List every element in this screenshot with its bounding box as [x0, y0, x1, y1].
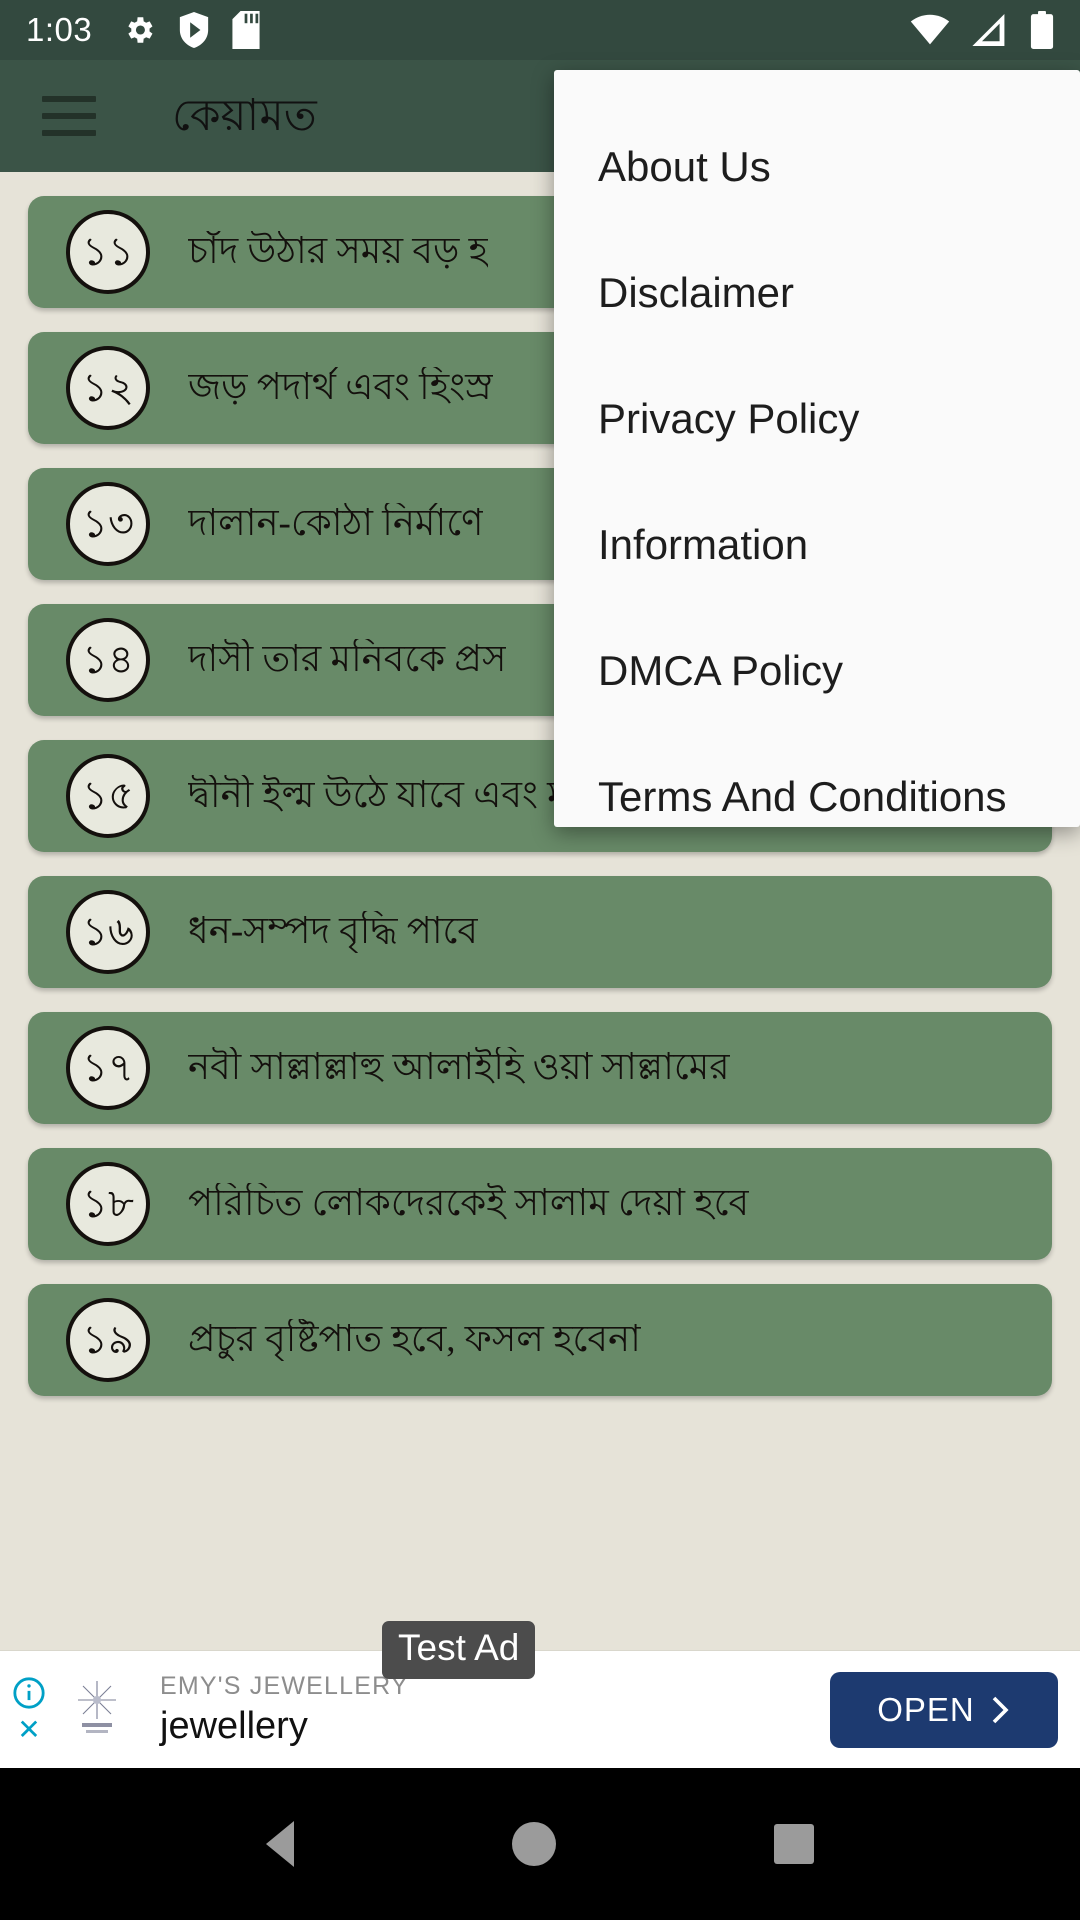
close-icon[interactable]: ✕ [17, 1715, 40, 1744]
item-number-badge: ১১ [66, 210, 150, 294]
system-nav-bar [0, 1768, 1080, 1920]
list-item[interactable]: ১৮ পরিচিত লোকদেরকেই সালাম দেয়া হবে [28, 1148, 1052, 1260]
hamburger-icon[interactable] [42, 96, 96, 136]
item-label: চাঁদ উঠার সময় বড় হ [188, 230, 489, 272]
home-circle-icon[interactable] [512, 1822, 556, 1866]
ad-open-button[interactable]: OPEN [830, 1671, 1058, 1748]
status-left-icons [122, 11, 260, 49]
ad-info-group: ✕ [6, 1676, 52, 1744]
item-number-badge: ১৫ [66, 754, 150, 838]
item-label: জড় পদার্থ এবং হিংস্র [188, 366, 493, 408]
list-item[interactable]: ১৯ প্রচুর বৃষ্টিপাত হবে, ফসল হবেনা [28, 1284, 1052, 1396]
ad-headline: jewellery [160, 1704, 308, 1747]
item-label: প্রচুর বৃষ্টিপাত হবে, ফসল হবেনা [188, 1318, 641, 1360]
page-title: কেয়ামত [172, 91, 317, 140]
battery-icon [1030, 11, 1054, 49]
hamburger-line [42, 113, 96, 119]
status-right-icons [910, 11, 1054, 49]
back-triangle-icon[interactable] [266, 1821, 294, 1867]
item-label: ধন-সম্পদ বৃদ্ধি পাবে [188, 910, 479, 952]
item-number-badge: ১২ [66, 346, 150, 430]
status-bar: 1:03 [0, 0, 1080, 60]
menu-item-about-us[interactable]: About Us [554, 104, 1080, 230]
shield-play-icon [180, 12, 209, 48]
advertiser-logo [60, 1673, 134, 1747]
ad-advertiser-name: EMY'S JEWELLERY [160, 1671, 409, 1700]
status-clock: 1:03 [26, 11, 93, 48]
list-item[interactable]: ১৭ নবী সাল্লাল্লাহু আলাইহি ওয়া সাল্লামে… [28, 1012, 1052, 1124]
chevron-right-icon [992, 1696, 1009, 1723]
hamburger-line [42, 130, 96, 136]
item-number-badge: ১৯ [66, 1298, 150, 1382]
info-icon[interactable] [12, 1676, 46, 1710]
item-number-badge: ১৩ [66, 482, 150, 566]
ad-banner[interactable]: ✕ EMY'S JEWELLERY jewellery Test Ad OPEN [0, 1621, 1080, 1768]
item-label: পরিচিত লোকদেরকেই সালাম দেয়া হবে [188, 1182, 750, 1224]
menu-item-disclaimer[interactable]: Disclaimer [554, 230, 1080, 356]
item-number-badge: ১৬ [66, 890, 150, 974]
wifi-icon [910, 14, 950, 45]
list-item[interactable]: ১৬ ধন-সম্পদ বৃদ্ধি পাবে [28, 876, 1052, 988]
item-number-badge: ১৪ [66, 618, 150, 702]
item-number-badge: ১৮ [66, 1162, 150, 1246]
hamburger-line [42, 96, 96, 102]
ad-open-label: OPEN [877, 1690, 975, 1728]
sd-card-icon [232, 11, 260, 49]
menu-item-privacy-policy[interactable]: Privacy Policy [554, 356, 1080, 482]
gear-icon [128, 17, 153, 43]
cell-signal-icon [972, 14, 1005, 46]
phone-screen: 1:03 কেয়ামত ১১ চাঁদ উঠার সময় বড় হ ১২ … [0, 0, 1080, 1920]
item-label: নবী সাল্লাল্লাহু আলাইহি ওয়া সাল্লামের [188, 1046, 730, 1088]
menu-item-terms-and-conditions[interactable]: Terms And Conditions [554, 734, 1080, 860]
menu-item-information[interactable]: Information [554, 482, 1080, 608]
menu-item-dmca-policy[interactable]: DMCA Policy [554, 608, 1080, 734]
item-label: দাসী তার মনিবকে প্রস [188, 638, 507, 680]
test-ad-badge: Test Ad [382, 1621, 536, 1679]
item-label: দালান-কোঠা নির্মাণে [188, 502, 484, 544]
item-number-badge: ১৭ [66, 1026, 150, 1110]
ad-copy: EMY'S JEWELLERY jewellery [160, 1672, 409, 1748]
recents-square-icon[interactable] [774, 1824, 814, 1864]
overflow-menu[interactable]: About Us Disclaimer Privacy Policy Infor… [554, 70, 1080, 827]
